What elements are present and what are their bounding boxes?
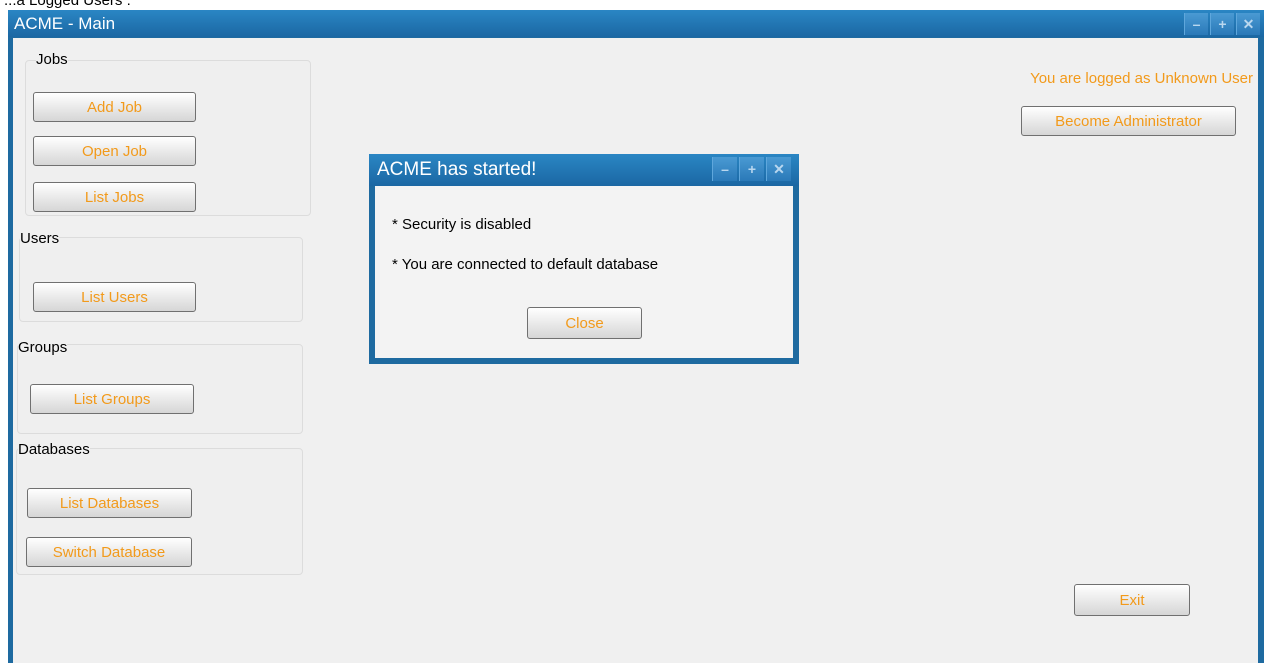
maximize-icon[interactable]: + bbox=[739, 157, 764, 181]
list-groups-button[interactable]: List Groups bbox=[30, 384, 194, 414]
top-caption: ...a Logged Users : bbox=[4, 0, 131, 9]
window-title: ACME - Main bbox=[14, 14, 116, 33]
close-icon[interactable]: ✕ bbox=[1236, 13, 1260, 35]
minimize-icon[interactable]: – bbox=[712, 157, 737, 181]
list-jobs-button[interactable]: List Jobs bbox=[33, 182, 196, 212]
startup-dialog: ACME has started! – + ✕ * Security is di… bbox=[369, 154, 799, 364]
jobs-group-label: Jobs bbox=[36, 51, 68, 68]
exit-button[interactable]: Exit bbox=[1074, 584, 1190, 616]
dialog-controls: – + ✕ bbox=[710, 157, 791, 181]
switch-database-button[interactable]: Switch Database bbox=[26, 537, 192, 567]
close-icon[interactable]: ✕ bbox=[766, 157, 791, 181]
add-job-button[interactable]: Add Job bbox=[33, 92, 196, 122]
databases-group-label: Databases bbox=[18, 441, 90, 458]
minimize-icon[interactable]: – bbox=[1184, 13, 1208, 35]
open-job-button[interactable]: Open Job bbox=[33, 136, 196, 166]
become-administrator-button[interactable]: Become Administrator bbox=[1021, 106, 1236, 136]
list-databases-button[interactable]: List Databases bbox=[27, 488, 192, 518]
dialog-title: ACME has started! bbox=[377, 159, 537, 180]
dialog-message-security: * Security is disabled bbox=[392, 216, 532, 233]
window-titlebar[interactable]: ACME - Main – + ✕ bbox=[8, 10, 1264, 37]
list-users-button[interactable]: List Users bbox=[33, 282, 196, 312]
dialog-close-button[interactable]: Close bbox=[527, 307, 642, 339]
dialog-titlebar[interactable]: ACME has started! – + ✕ bbox=[369, 154, 799, 186]
maximize-icon[interactable]: + bbox=[1210, 13, 1234, 35]
window-controls: – + ✕ bbox=[1182, 13, 1260, 35]
dialog-body: * Security is disabled * You are connect… bbox=[375, 186, 793, 358]
dialog-message-database: * You are connected to default database bbox=[392, 256, 659, 273]
groups-group-label: Groups bbox=[18, 339, 68, 356]
users-group-label: Users bbox=[20, 230, 60, 247]
logged-user-text: You are logged as Unknown User bbox=[1030, 70, 1253, 87]
